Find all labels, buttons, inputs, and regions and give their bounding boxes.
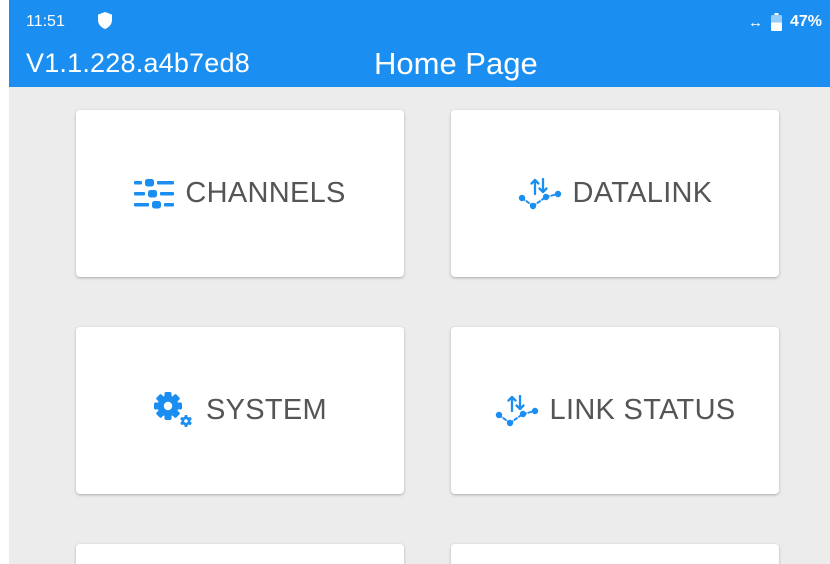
datalink-button[interactable]: DATALINK [451,110,779,277]
datalink-icon [495,394,538,426]
channels-button[interactable]: CHANNELS [76,110,404,277]
channels-label: CHANNELS [185,177,346,209]
status-time: 11:51 [26,13,65,30]
link-status-label: LINK STATUS [549,394,736,426]
sliders-icon [134,178,175,208]
gear-icon [153,391,192,427]
link-status-button[interactable]: LINK STATUS [451,327,779,494]
version-label: V1.1.228.a4b7ed8 [26,48,250,78]
battery-percent: 47% [789,13,822,30]
status-indicators: ↔ 47% [748,11,822,33]
system-label: SYSTEM [205,394,328,426]
page-title: Home Page [374,46,538,81]
battery-icon [770,13,782,31]
datalink-label: DATALINK [572,177,713,209]
link-icon: ↔ [747,13,763,31]
app-screen: 11:51 ↔ 47% V1.1.228.a4b7ed8 Home Page C… [9,0,830,564]
app-bar: 11:51 ↔ 47% V1.1.228.a4b7ed8 Home Page [9,0,830,87]
system-button[interactable]: SYSTEM [76,327,404,494]
tile-partial-right[interactable] [451,544,779,564]
shield-icon [98,12,112,29]
datalink-icon [518,177,561,209]
tile-partial-left[interactable] [76,544,404,564]
